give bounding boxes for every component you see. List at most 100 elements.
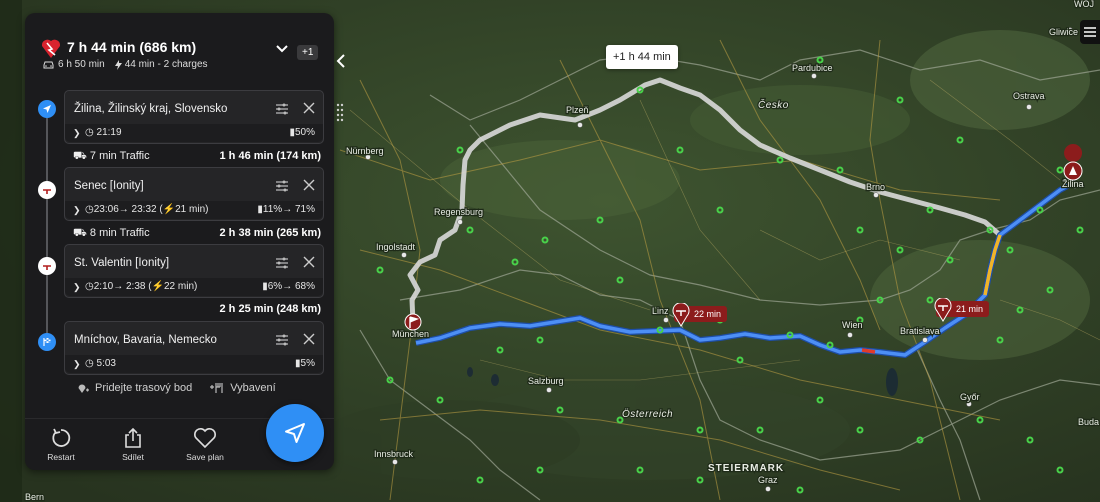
waypoint-name[interactable]: St. Valentin [Ionity] [74,257,169,269]
hamburger-icon [1084,27,1096,37]
alt-route-callout[interactable]: +1 h 44 min [606,45,678,69]
waypoint-card[interactable]: Mníchov, Bavaria, Nemecko ❯ ◷ 5:03 ▮5% [64,321,324,375]
traffic-value: 8 min Traffic [89,227,150,239]
drive-time-value: 6 h 50 min [58,59,105,70]
charge-pin-label: 21 min [956,304,984,314]
label-plzen: Plzeň [566,105,589,115]
restart-button[interactable]: Restart [31,427,91,462]
waypoint-time-wrap: ◷ 21:19 [85,127,122,138]
waypoint-battery-wrap: ▮50% [289,127,315,138]
label-osterreich: Österreich [622,408,673,420]
charge-info: 44 min - 2 charges [114,59,208,70]
navigation-arrow-icon [43,105,51,113]
share-label: Sdílet [122,452,144,462]
close-icon[interactable] [303,333,315,345]
waypoint-time: 2:10→ 2:38 (⚡22 min) [93,281,198,292]
traffic-label: ⛟ 8 min Traffic [73,227,150,239]
checkered-flag-icon [43,338,51,346]
label-ingolstadt: Ingolstadt [376,242,416,252]
label-gliwice: Gliwice [1049,27,1078,37]
collapse-panel-icon[interactable] [334,50,348,72]
charger-icon [934,298,952,322]
start-waypoint-icon [38,100,56,118]
amenities-label: Vybavení [230,382,276,394]
menu-button[interactable] [1080,20,1100,44]
settings-sliders-icon[interactable] [275,256,289,270]
charge-pin-st-valentin[interactable]: 22 min [672,303,728,327]
waypoint-name[interactable]: Mníchov, Bavaria, Nemecko [74,334,217,346]
label-bern: Bern [25,492,44,502]
add-waypoint-label: Pridejte trasový bod [95,382,193,394]
route-panel: 7 h 44 min (686 km) 6 h 50 min 44 min - … [25,13,334,470]
chevron-down-icon[interactable] [275,41,289,55]
waypoint-card[interactable]: St. Valentin [Ionity] ❯ ◷2:10→ 2:38 (⚡22… [64,244,324,298]
charger-waypoint-icon [38,257,56,275]
waypoint-battery: 11%→ 71% [262,204,315,215]
save-plan-button[interactable]: Save plan [175,427,235,462]
charger-icon [43,265,51,270]
label-zilina: Žilina [1062,179,1084,189]
waypoint-battery: 5% [300,358,315,369]
chevron-right-icon[interactable]: ❯ [73,128,81,139]
label-wien: Wien [842,320,863,330]
segment-duration: 2 h 25 min (248 km) [219,303,322,315]
settings-sliders-icon[interactable] [275,333,289,347]
add-waypoint-button[interactable]: Pridejte trasový bod [77,382,192,394]
lightning-icon [114,59,122,70]
label-graz: Graz [758,475,778,485]
route-summary-title: 7 h 44 min (686 km) [67,39,197,55]
chevron-right-icon[interactable]: ❯ [73,205,81,216]
restart-icon [52,428,71,447]
label-pardubice: Pardubice [792,63,833,73]
waypoint-time: 23:06→ 23:32 (⚡21 min) [93,204,209,215]
waypoint-rail [46,109,48,341]
label-salzburg: Salzburg [528,376,564,386]
navigation-arrow-icon [285,423,305,443]
label-woj: WOJ [1074,0,1094,9]
waypoint-name[interactable]: Senec [Ionity] [74,180,144,192]
settings-sliders-icon[interactable] [275,179,289,193]
share-button[interactable]: Sdílet [103,427,163,462]
waypoint-card[interactable]: Senec [Ionity] ❯ ◷23:06→ 23:32 (⚡21 min)… [64,167,324,221]
charge-pin-label: 22 min [694,309,722,319]
waypoint-name[interactable]: Žilina, Žilinský kraj, Slovensko [74,103,227,115]
close-icon[interactable] [303,256,315,268]
chevron-right-icon[interactable]: ❯ [73,359,81,370]
drive-time: 6 h 50 min [43,59,105,70]
extra-badge[interactable]: +1 [297,45,319,60]
waypoint-time: 21:19 [96,127,122,138]
waypoint-info: ❯ ◷2:10→ 2:38 (⚡22 min) ▮6%→ 68% [65,278,323,296]
alt-route-delta: +1 h 44 min [613,51,671,63]
heart-icon [194,428,216,449]
charge-pin-senec[interactable]: 21 min [934,298,990,322]
settings-sliders-icon[interactable] [275,102,289,116]
waypoint-battery: 6%→ 68% [267,281,315,292]
waypoint-battery: 50% [294,127,315,138]
label-ostrava: Ostrava [1013,91,1045,101]
label-regensburg: Regensburg [434,207,483,217]
drag-handle-icon[interactable] [335,102,345,122]
close-icon[interactable] [303,179,315,191]
charger-waypoint-icon [38,181,56,199]
traffic-segment [861,348,876,354]
label-munchen: München [392,329,429,339]
label-innsbruck: Innsbruck [374,449,414,459]
close-icon[interactable] [303,102,315,114]
start-navigation-button[interactable] [266,404,324,462]
waypoint-time-wrap: ◷2:10→ 2:38 (⚡22 min) [85,281,198,292]
segment-info: ⛟ 8 min Traffic 2 h 38 min (265 km) [73,227,321,241]
chevron-right-icon[interactable]: ❯ [73,282,81,293]
amenities-button[interactable]: Vybavení [210,382,276,394]
waypoint-card[interactable]: Žilina, Žilinský kraj, Slovensko ❯ ◷ 21:… [64,90,324,144]
restart-label: Restart [47,452,75,462]
charger-icon [43,189,51,194]
waypoint-battery-wrap: ▮5% [295,358,315,369]
restaurant-icon [210,383,223,393]
traffic-value: 7 min Traffic [89,150,150,162]
waypoint-time-wrap: ◷23:06→ 23:32 (⚡21 min) [85,204,209,215]
charger-icon [672,303,690,327]
segment-info: ⛟ 7 min Traffic 1 h 46 min (174 km) [73,150,321,164]
segment-duration: 2 h 38 min (265 km) [219,227,322,239]
destination-pin[interactable] [404,313,422,331]
waypoint-battery-wrap: ▮6%→ 68% [262,281,315,292]
